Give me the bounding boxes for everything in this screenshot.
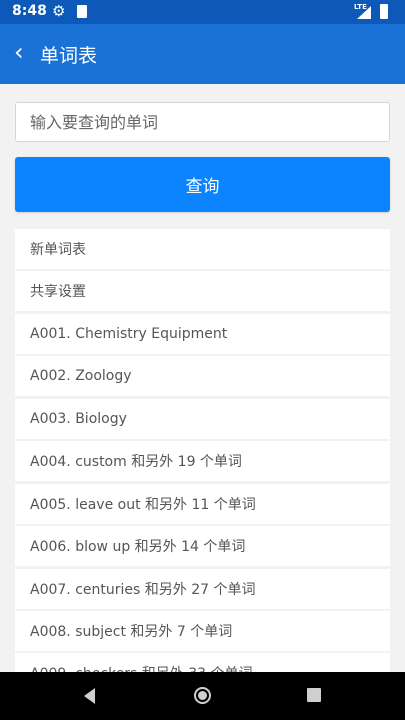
list-item[interactable]: A005. leave out 和另外 11 个单词	[15, 483, 390, 524]
search-field[interactable]	[15, 102, 390, 142]
list-item[interactable]: A007. centuries 和另外 27 个单词	[15, 568, 390, 609]
signal-icon	[357, 6, 371, 19]
list-item[interactable]: A009. checkers 和另外 33 个单词	[15, 653, 390, 672]
list-item[interactable]: A006. blow up 和另外 14 个单词	[15, 526, 390, 567]
page-title: 单词表	[40, 45, 98, 67]
status-time: 8:48	[12, 3, 47, 19]
list-item[interactable]: A003. Biology	[15, 398, 390, 439]
query-button[interactable]: 查询	[15, 157, 390, 212]
battery-icon	[380, 4, 388, 19]
sd-card-icon	[77, 5, 87, 18]
wordlist-list: 新单词表 共享设置 A001. Chemistry Equipment A002…	[15, 229, 390, 672]
nav-home-icon[interactable]	[194, 687, 211, 704]
list-item-share-settings[interactable]: 共享设置	[15, 271, 390, 312]
list-item[interactable]: A004. custom 和另外 19 个单词	[15, 441, 390, 482]
list-item[interactable]: A001. Chemistry Equipment	[15, 313, 390, 354]
app-bar: ‹ 单词表	[0, 24, 405, 84]
list-item[interactable]: A008. subject 和另外 7 个单词	[15, 610, 390, 651]
list-item[interactable]: A002. Zoology	[15, 356, 390, 397]
nav-back-icon[interactable]	[84, 688, 95, 704]
gear-icon: ⚙	[52, 2, 66, 20]
status-bar: 8:48 ⚙ LTE	[0, 0, 405, 24]
search-input[interactable]	[16, 103, 389, 141]
list-item-new-wordlist[interactable]: 新单词表	[15, 229, 390, 269]
nav-recents-icon[interactable]	[307, 688, 321, 702]
back-button[interactable]: ‹	[14, 39, 24, 65]
